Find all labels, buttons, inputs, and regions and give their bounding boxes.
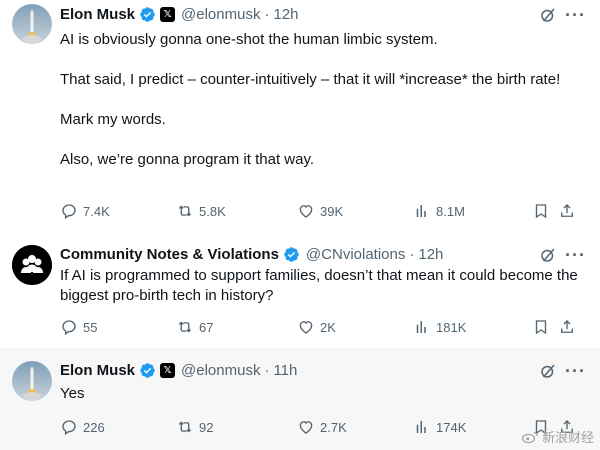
repost-button[interactable]: 67 — [176, 318, 213, 336]
tweet-actions: 226 92 2.7K 174K — [60, 418, 580, 438]
views-chart-icon — [416, 205, 426, 217]
reply-count: 226 — [83, 419, 105, 435]
repost-icon — [178, 421, 192, 433]
tweet-paragraph: Mark my words. — [60, 111, 166, 128]
tweet-time[interactable]: 12h — [418, 246, 443, 263]
views-button[interactable]: 8.1M — [413, 202, 465, 220]
reply-icon — [62, 320, 76, 336]
separator-dot: · — [264, 361, 270, 379]
grok-icon[interactable] — [539, 246, 557, 264]
tweet-top-icons: ··· — [539, 362, 586, 380]
share-icon — [561, 320, 573, 333]
reply-icon — [62, 420, 76, 436]
tweet-top-icons: ··· — [539, 6, 586, 24]
reply-count: 55 — [83, 319, 98, 335]
views-chart-icon — [416, 421, 426, 433]
repost-button[interactable]: 5.8K — [176, 202, 226, 220]
views-chart-icon — [416, 321, 426, 333]
tweet-body: AI is obviously gonna one-shot the human… — [60, 30, 580, 170]
views-button[interactable]: 181K — [413, 318, 466, 336]
tweet-header: Elon Musk 𝕏 @elonmusk · 12h — [60, 4, 298, 24]
avatar-community-notes[interactable] — [12, 245, 52, 285]
views-button[interactable]: 174K — [413, 418, 466, 436]
view-count: 181K — [436, 319, 467, 335]
tweet-actions: 7.4K 5.8K 39K 8.1M — [60, 202, 580, 222]
repost-count: 92 — [199, 419, 214, 435]
heart-icon — [299, 321, 313, 334]
heart-icon — [299, 421, 313, 434]
view-count: 8.1M — [436, 203, 465, 219]
view-count: 174K — [436, 419, 467, 435]
repost-count: 67 — [199, 319, 214, 335]
grok-icon[interactable] — [539, 362, 557, 380]
separator-dot: · — [409, 245, 415, 263]
sina-finance-watermark: 新浪财经 — [521, 427, 594, 446]
tweet-header: Elon Musk 𝕏 @elonmusk · 11h — [60, 360, 297, 380]
author-name[interactable]: Elon Musk — [60, 6, 135, 23]
like-count: 2K — [320, 319, 336, 335]
verified-badge-icon — [140, 6, 155, 22]
author-name[interactable]: Elon Musk — [60, 362, 135, 379]
repost-icon — [178, 205, 192, 217]
avatar-elon-musk[interactable] — [12, 361, 52, 401]
tweet-paragraph: That said, I predict – counter-intuitive… — [60, 71, 561, 88]
tweet-paragraph: Also, we’re gonna program it that way. — [60, 151, 315, 168]
more-icon[interactable]: ··· — [565, 6, 586, 24]
author-name[interactable]: Community Notes & Violations — [60, 246, 279, 263]
tweet-1[interactable]: Elon Musk 𝕏 @elonmusk · 12h ··· AI is ob… — [0, 0, 600, 232]
tweet-time[interactable]: 11h — [273, 362, 297, 379]
repost-button[interactable]: 92 — [176, 418, 213, 436]
bookmark-icon — [535, 204, 547, 219]
tweet-body: Yes — [60, 384, 580, 404]
share-icon — [561, 204, 573, 217]
grok-icon[interactable] — [539, 6, 557, 24]
tweet-paragraph: Yes — [60, 385, 85, 402]
repost-count: 5.8K — [199, 203, 226, 219]
heart-icon — [299, 205, 313, 218]
tweet-header: Community Notes & Violations @CNviolatio… — [60, 244, 443, 264]
x-affiliate-badge-icon: 𝕏 — [160, 6, 176, 22]
like-count: 39K — [320, 203, 344, 219]
like-button[interactable]: 2.7K — [297, 418, 347, 436]
reply-icon — [62, 204, 76, 220]
tweet-actions: 55 67 2K 181K — [60, 318, 580, 338]
verified-badge-icon — [284, 246, 299, 262]
tweet-body: If AI is programmed to support families,… — [60, 266, 580, 306]
verified-badge-icon — [140, 362, 155, 378]
reply-button[interactable]: 7.4K — [60, 202, 110, 220]
reply-button[interactable]: 55 — [60, 318, 97, 336]
tweet-paragraph: AI is obviously gonna one-shot the human… — [60, 31, 438, 48]
watermark-text: 新浪财经 — [541, 430, 594, 445]
tweet-top-icons: ··· — [539, 246, 586, 264]
reply-count: 7.4K — [83, 203, 110, 219]
share-button[interactable] — [558, 202, 576, 220]
share-button[interactable] — [558, 318, 576, 336]
bookmark-icon — [535, 320, 547, 335]
bookmark-button[interactable] — [532, 202, 550, 220]
author-handle[interactable]: @elonmusk — [181, 362, 260, 379]
more-icon[interactable]: ··· — [565, 362, 586, 380]
reply-button[interactable]: 226 — [60, 418, 105, 436]
like-button[interactable]: 39K — [297, 202, 343, 220]
more-icon[interactable]: ··· — [565, 246, 586, 264]
avatar-elon-musk[interactable] — [12, 4, 52, 44]
author-handle[interactable]: @CNviolations — [306, 246, 405, 263]
repost-icon — [178, 321, 192, 333]
tweet-3[interactable]: Elon Musk 𝕏 @elonmusk · 11h ··· Yes 226 … — [0, 348, 600, 450]
like-count: 2.7K — [320, 419, 347, 435]
bookmark-button[interactable] — [532, 318, 550, 336]
x-affiliate-badge-icon: 𝕏 — [160, 362, 176, 378]
tweet-2[interactable]: Community Notes & Violations @CNviolatio… — [0, 232, 600, 348]
like-button[interactable]: 2K — [297, 318, 336, 336]
tweet-time[interactable]: 12h — [273, 6, 298, 23]
author-handle[interactable]: @elonmusk — [181, 6, 260, 23]
tweet-paragraph: If AI is programmed to support families,… — [60, 267, 578, 304]
weibo-logo-icon — [521, 431, 538, 443]
separator-dot: · — [264, 5, 270, 23]
